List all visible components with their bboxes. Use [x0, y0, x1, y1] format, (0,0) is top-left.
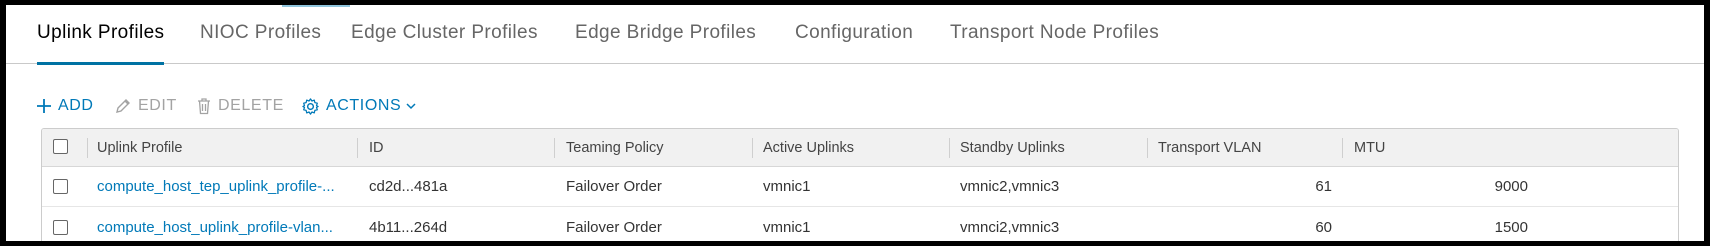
edit-button[interactable]: EDIT — [114, 95, 177, 117]
profile-id: 4b11...264d — [369, 219, 448, 236]
actions-dropdown[interactable]: ACTIONS — [301, 95, 417, 117]
column-header-transport-vlan[interactable]: Transport VLAN — [1158, 129, 1348, 166]
chevron-down-icon — [406, 103, 416, 110]
edit-label: EDIT — [138, 97, 177, 114]
column-header-teaming-policy[interactable]: Teaming Policy — [566, 129, 756, 166]
uplink-profile-link[interactable]: compute_host_tep_uplink_profile-... — [97, 167, 347, 206]
active-uplinks: vmnic1 — [763, 219, 811, 236]
table-row[interactable]: compute_host_uplink_profile-vlan... 4b11… — [42, 208, 1678, 241]
column-separator[interactable] — [357, 138, 358, 158]
column-separator[interactable] — [1342, 138, 1343, 158]
row-checkbox[interactable] — [53, 179, 68, 194]
column-header-id[interactable]: ID — [369, 129, 559, 166]
column-separator[interactable] — [949, 138, 950, 158]
tab-uplink-profiles[interactable]: Uplink Profiles — [37, 22, 165, 65]
standby-uplinks: vmnci2,vmnic3 — [960, 219, 1060, 236]
actions-label: ACTIONS — [326, 97, 402, 114]
delete-button[interactable]: DELETE — [196, 95, 284, 117]
add-label: ADD — [58, 97, 94, 114]
transport-vlan: 61 — [1315, 178, 1332, 195]
gear-icon — [302, 97, 319, 115]
column-header-uplink-profile[interactable]: Uplink Profile — [97, 129, 347, 166]
column-header-standby-uplinks[interactable]: Standby Uplinks — [960, 129, 1150, 166]
delete-label: DELETE — [218, 97, 284, 114]
mtu: 9000 — [1494, 178, 1528, 195]
active-uplinks: vmnic1 — [763, 178, 811, 195]
row-checkbox[interactable] — [53, 220, 68, 235]
standby-uplinks: vmnic2,vmnic3 — [960, 178, 1060, 195]
column-header-mtu[interactable]: MTU — [1354, 129, 1544, 166]
tab-transport-node-profiles[interactable]: Transport Node Profiles — [950, 22, 1159, 64]
teaming-policy: Failover Order — [566, 219, 662, 236]
trash-icon — [198, 98, 210, 115]
profile-tabs: Uplink Profiles NIOC Profiles Edge Clust… — [6, 5, 1704, 65]
select-all-checkbox[interactable] — [53, 139, 68, 154]
table-row[interactable]: compute_host_tep_uplink_profile-... cd2d… — [42, 167, 1678, 207]
pencil-icon — [116, 99, 130, 113]
uplink-profiles-grid: Uplink Profile ID Teaming Policy Active … — [41, 128, 1679, 241]
add-button[interactable]: ADD — [36, 95, 94, 117]
tab-edge-bridge-profiles[interactable]: Edge Bridge Profiles — [575, 22, 756, 64]
column-separator[interactable] — [554, 138, 555, 158]
tab-configuration[interactable]: Configuration — [795, 22, 913, 64]
column-separator[interactable] — [1147, 138, 1148, 158]
column-separator[interactable] — [752, 138, 753, 158]
profile-id: cd2d...481a — [369, 178, 448, 195]
tab-edge-cluster-profiles[interactable]: Edge Cluster Profiles — [351, 22, 538, 64]
transport-vlan: 60 — [1315, 219, 1332, 236]
teaming-policy: Failover Order — [566, 178, 662, 195]
app-window: Uplink Profiles NIOC Profiles Edge Clust… — [6, 5, 1704, 241]
mtu: 1500 — [1494, 219, 1528, 236]
uplink-profile-link[interactable]: compute_host_uplink_profile-vlan... — [97, 208, 347, 241]
plus-icon — [37, 99, 51, 113]
column-header-active-uplinks[interactable]: Active Uplinks — [763, 129, 953, 166]
tab-nioc-profiles[interactable]: NIOC Profiles — [200, 22, 321, 64]
column-separator — [87, 138, 88, 158]
grid-header: Uplink Profile ID Teaming Policy Active … — [42, 129, 1678, 167]
